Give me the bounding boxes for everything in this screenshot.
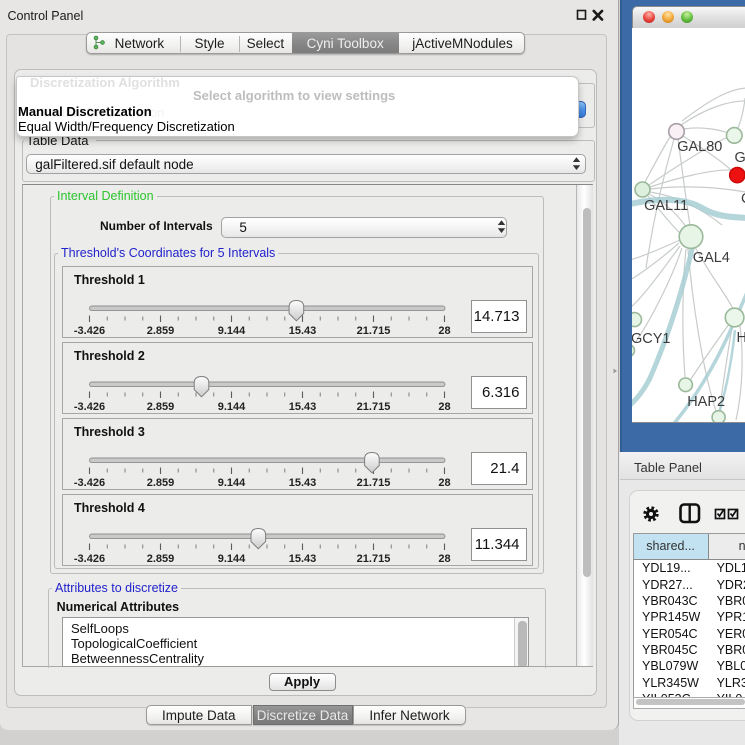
svg-text:-3.426: -3.426	[74, 401, 105, 413]
svg-text:28: 28	[438, 553, 450, 565]
svg-text:-3.426: -3.426	[74, 553, 105, 565]
svg-text:2.859: 2.859	[147, 477, 175, 489]
svg-text:9.144: 9.144	[218, 553, 246, 565]
svg-text:-3.426: -3.426	[74, 477, 105, 489]
svg-text:21.715: 21.715	[357, 325, 391, 337]
svg-text:28: 28	[438, 401, 450, 413]
svg-text:-3.426: -3.426	[74, 325, 105, 337]
svg-text:2.859: 2.859	[147, 401, 175, 413]
svg-text:15.43: 15.43	[289, 325, 317, 337]
svg-text:15.43: 15.43	[289, 553, 317, 565]
svg-text:15.43: 15.43	[289, 477, 317, 489]
svg-text:9.144: 9.144	[218, 325, 246, 337]
svg-text:21.715: 21.715	[357, 477, 391, 489]
svg-text:9.144: 9.144	[218, 401, 246, 413]
svg-text:2.859: 2.859	[147, 553, 175, 565]
svg-text:21.715: 21.715	[357, 401, 391, 413]
svg-text:21.715: 21.715	[357, 553, 391, 565]
svg-text:2.859: 2.859	[147, 325, 175, 337]
svg-text:28: 28	[438, 325, 450, 337]
svg-text:9.144: 9.144	[218, 477, 246, 489]
svg-text:15.43: 15.43	[289, 401, 317, 413]
svg-text:28: 28	[438, 477, 450, 489]
